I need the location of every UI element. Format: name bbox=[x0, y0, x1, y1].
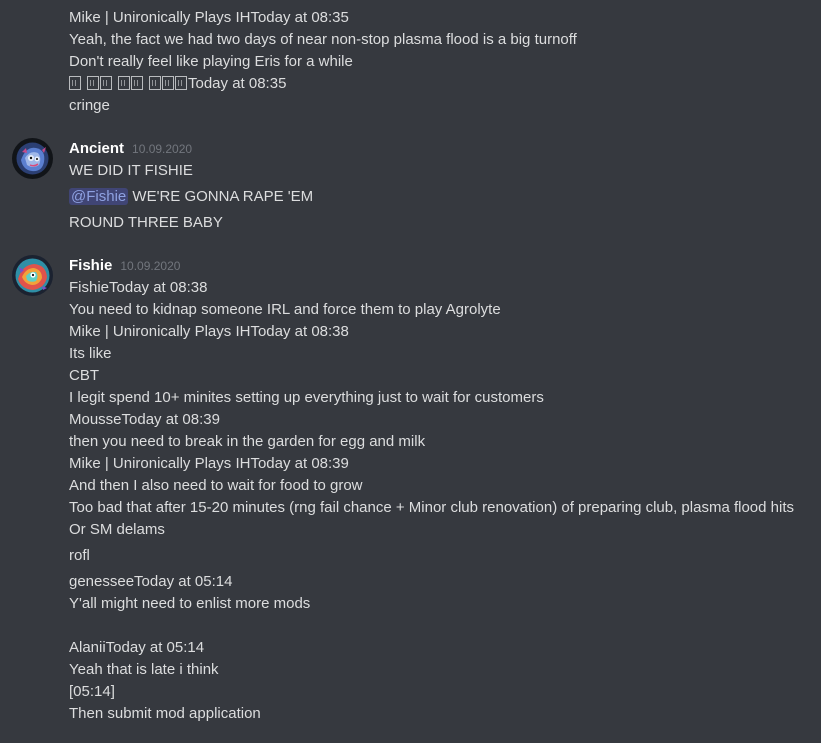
message-line: You need to kidnap someone IRL and force… bbox=[69, 301, 501, 318]
message-line-garbled: Today at 08:35 bbox=[69, 75, 286, 93]
message-line: Y'all might need to enlist more mods bbox=[69, 595, 311, 612]
unrendered-glyphs bbox=[69, 75, 188, 92]
message-line: Too bad that after 15-20 minutes (rng fa… bbox=[69, 499, 794, 516]
message-line: genesseeToday at 05:14 bbox=[69, 573, 233, 590]
ancient-avatar-icon[interactable] bbox=[12, 138, 53, 179]
message-line: Yeah that is late i think bbox=[69, 661, 219, 678]
author-name[interactable]: Fishie bbox=[69, 257, 112, 274]
message-author-fishie[interactable]: Fishie 10.09.2020 bbox=[69, 257, 180, 275]
message-line: cringe bbox=[69, 97, 110, 114]
message-author-ancient[interactable]: Ancient 10.09.2020 bbox=[69, 140, 192, 158]
message-line: Its like bbox=[69, 345, 112, 362]
fishie-avatar-icon[interactable] bbox=[12, 255, 53, 296]
author-name[interactable]: Ancient bbox=[69, 140, 124, 157]
message-line: Don't really feel like playing Eris for … bbox=[69, 53, 353, 70]
message-line: WE DID IT FISHIE bbox=[69, 162, 193, 179]
message-line: then you need to break in the garden for… bbox=[69, 433, 426, 450]
message-line: I legit spend 10+ minites setting up eve… bbox=[69, 389, 544, 406]
message-line: And then I also need to wait for food to… bbox=[69, 477, 363, 494]
message-line: AlaniiToday at 05:14 bbox=[69, 639, 205, 656]
message-line: Mike | Unironically Plays IHToday at 08:… bbox=[69, 323, 349, 340]
message-line: FishieToday at 08:38 bbox=[69, 279, 208, 296]
message-line: ROUND THREE BABY bbox=[69, 214, 223, 231]
message-line: Then submit mod application bbox=[69, 705, 261, 722]
message-timestamp-text: Today at 08:35 bbox=[188, 75, 287, 92]
message-line: Mike | Unironically Plays IHToday at 08:… bbox=[69, 9, 349, 26]
message-line: [05:14] bbox=[69, 683, 115, 700]
message-timestamp: 10.09.2020 bbox=[132, 142, 193, 156]
message-line: rofl bbox=[69, 547, 90, 564]
message-line: Yeah, the fact we had two days of near n… bbox=[69, 31, 577, 48]
message-timestamp: 10.09.2020 bbox=[120, 259, 181, 273]
user-mention[interactable]: @Fishie bbox=[69, 188, 129, 205]
message-line-with-mention: @Fishie WE'RE GONNA RAPE 'EM bbox=[69, 188, 313, 206]
message-line: CBT bbox=[69, 367, 99, 384]
message-line: MousseToday at 08:39 bbox=[69, 411, 220, 428]
message-line: Mike | Unironically Plays IHToday at 08:… bbox=[69, 455, 349, 472]
message-text: WE'RE GONNA RAPE 'EM bbox=[128, 188, 314, 205]
message-line: Or SM delams bbox=[69, 521, 165, 538]
